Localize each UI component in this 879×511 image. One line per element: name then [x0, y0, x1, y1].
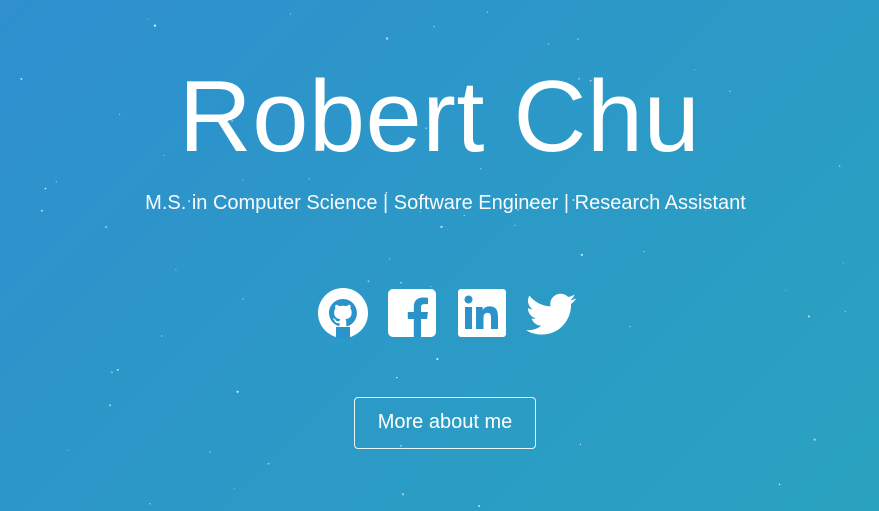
- more-about-me-button[interactable]: More about me: [354, 397, 536, 449]
- tagline: M.S. in Computer Science | Software Engi…: [145, 192, 746, 214]
- facebook-link[interactable]: [385, 286, 439, 340]
- github-icon: [318, 288, 368, 338]
- twitter-link[interactable]: [524, 286, 578, 340]
- social-links: [316, 286, 578, 340]
- page-title: Robert Chu: [178, 61, 701, 173]
- github-link[interactable]: [316, 286, 370, 340]
- hero-section: Robert Chu M.S. in Computer Science | So…: [0, 0, 879, 511]
- linkedin-icon: [457, 289, 506, 337]
- twitter-icon: [525, 293, 577, 335]
- facebook-icon: [388, 289, 437, 337]
- linkedin-link[interactable]: [455, 286, 509, 340]
